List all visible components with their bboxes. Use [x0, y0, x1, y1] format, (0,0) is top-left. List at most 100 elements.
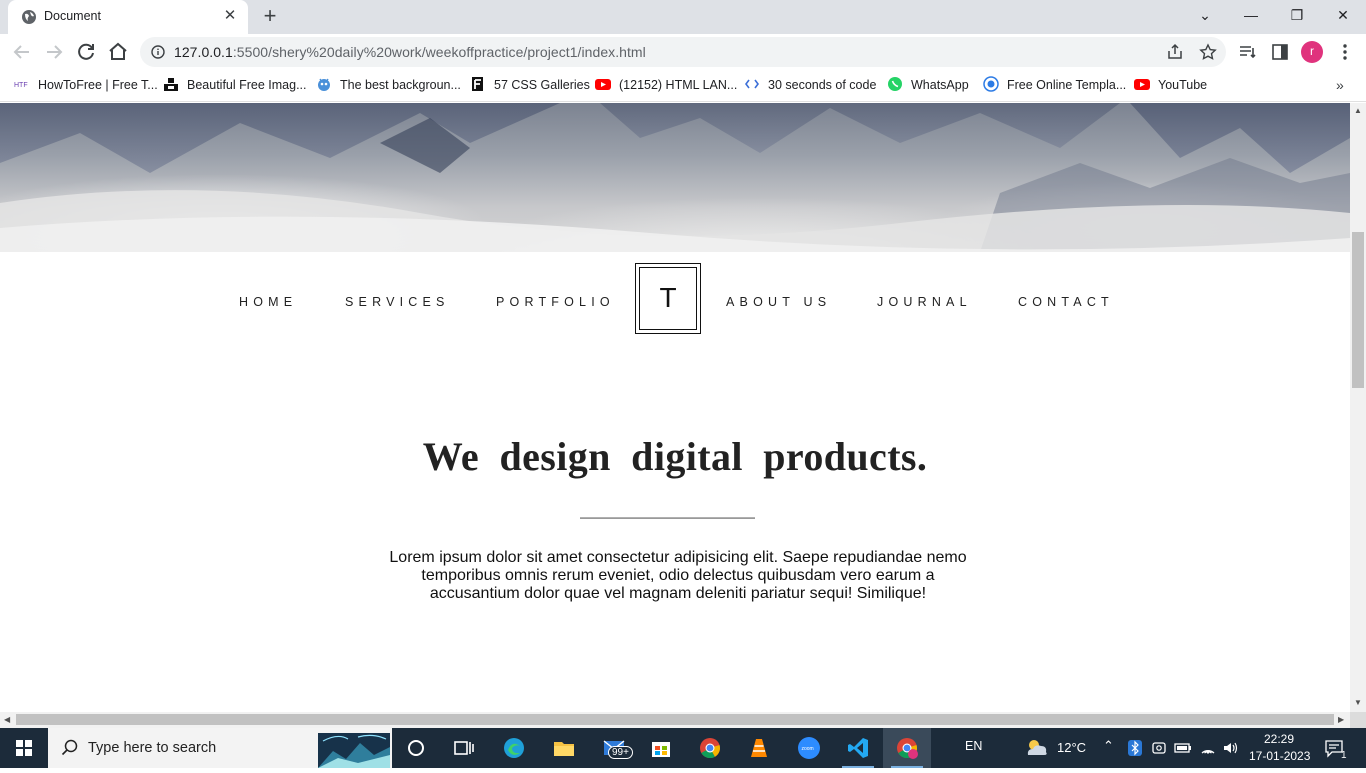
nav-services[interactable]: SERVICES	[345, 295, 450, 309]
nav-contact[interactable]: CONTACT	[1018, 295, 1114, 309]
main-navigation: HOME SERVICES PORTFOLIO T ABOUT US JOURN…	[0, 263, 1350, 334]
bookmark-html-lan[interactable]: (12152) HTML LAN...	[595, 76, 737, 96]
windows-logo-icon	[16, 740, 32, 756]
clock-date[interactable]: 17-01-2023	[1249, 749, 1310, 763]
clock-time[interactable]: 22:29	[1264, 732, 1294, 746]
nav-journal[interactable]: JOURNAL	[877, 295, 972, 309]
chrome-profile-icon	[897, 738, 918, 759]
heading-divider	[580, 517, 755, 519]
bookmark-whatsapp[interactable]: WhatsApp	[887, 76, 969, 96]
minimize-button[interactable]: —	[1228, 0, 1274, 30]
tab-close-icon[interactable]: ✕	[220, 6, 240, 26]
site-info-icon[interactable]	[151, 45, 165, 59]
vlc-icon	[751, 739, 767, 757]
task-view-button[interactable]	[440, 728, 488, 768]
bookmark-howtofree[interactable]: HTF HowToFree | Free T...	[14, 76, 158, 96]
svg-text:HTF: HTF	[14, 82, 28, 89]
template-icon	[983, 76, 999, 92]
browser-tab[interactable]: Document ✕	[8, 0, 248, 34]
bookmark-templates[interactable]: Free Online Templa...	[983, 76, 1126, 96]
youtube-icon	[595, 79, 611, 90]
taskbar-edge[interactable]	[490, 728, 538, 768]
taskbar-search-box[interactable]: Type here to search	[48, 728, 392, 768]
horizontal-scrollbar-thumb[interactable]	[16, 714, 1334, 725]
volume-icon[interactable]	[1222, 740, 1240, 756]
bookmark-label: HowToFree | Free T...	[38, 78, 158, 92]
home-icon[interactable]	[106, 40, 130, 64]
bookmark-30-seconds[interactable]: 30 seconds of code	[744, 76, 876, 96]
taskbar-zoom[interactable]: zoom	[785, 728, 833, 768]
bookmark-label: Free Online Templa...	[1007, 78, 1127, 92]
reading-list-icon[interactable]	[1238, 42, 1258, 62]
bookmark-label: (12152) HTML LAN...	[619, 78, 738, 92]
tab-strip: Document ✕ + ⌄ — ❐ ✕	[0, 0, 1366, 34]
taskbar-chrome-active[interactable]	[883, 728, 931, 768]
nav-home[interactable]: HOME	[239, 295, 297, 309]
scroll-down-arrow[interactable]: ▼	[1354, 698, 1362, 707]
youtube-icon	[1134, 79, 1150, 90]
browser-toolbar: 127.0.0.1:5500/shery%20daily%20work/week…	[0, 34, 1366, 70]
taskbar-mail[interactable]: 99+	[590, 728, 638, 768]
tab-search-icon[interactable]: ⌄	[1182, 0, 1228, 30]
wifi-icon[interactable]	[1200, 740, 1216, 756]
bookmark-youtube[interactable]: YouTube	[1134, 76, 1207, 96]
vertical-scrollbar-thumb[interactable]	[1352, 232, 1364, 388]
bookmark-label: 57 CSS Galleries	[494, 78, 590, 92]
page-viewport: HOME SERVICES PORTFOLIO T ABOUT US JOURN…	[0, 103, 1350, 712]
start-button[interactable]	[0, 728, 48, 768]
forward-icon[interactable]	[42, 40, 66, 64]
bluetooth-icon[interactable]	[1128, 740, 1142, 756]
f-icon	[472, 77, 483, 91]
url-text[interactable]: 127.0.0.1:5500/shery%20daily%20work/week…	[174, 44, 646, 60]
language-indicator[interactable]: EN	[965, 739, 982, 753]
scroll-up-arrow[interactable]: ▲	[1354, 106, 1362, 115]
notification-count: 1	[1341, 750, 1347, 761]
cortana-icon	[408, 740, 424, 756]
task-view-icon	[454, 741, 474, 755]
reload-icon[interactable]	[74, 40, 98, 64]
show-hidden-icons-icon[interactable]: ⌃	[1103, 738, 1114, 754]
camera-icon[interactable]	[1151, 740, 1167, 756]
snowy-mountains-image	[0, 103, 1350, 252]
temperature[interactable]: 12°C	[1057, 740, 1086, 755]
restore-button[interactable]: ❐	[1274, 0, 1320, 30]
unsplash-icon	[164, 78, 178, 91]
bookmark-star-icon[interactable]	[1199, 43, 1217, 61]
profile-avatar[interactable]: r	[1301, 41, 1323, 63]
svg-text:zoom: zoom	[802, 746, 814, 752]
share-icon[interactable]	[1166, 43, 1184, 61]
taskbar-vscode[interactable]	[834, 728, 882, 768]
store-icon	[652, 742, 670, 757]
bookmark-label: YouTube	[1158, 78, 1208, 92]
close-window-button[interactable]: ✕	[1320, 0, 1366, 30]
cortana-button[interactable]	[392, 728, 440, 768]
vertical-scrollbar[interactable]	[1350, 103, 1366, 712]
scroll-right-arrow[interactable]: ▶	[1338, 715, 1344, 724]
bookmark-unsplash[interactable]: Beautiful Free Imag...	[163, 76, 307, 96]
folder-icon	[554, 742, 574, 756]
mail-badge: 99+	[608, 746, 633, 759]
weather-cloud-icon[interactable]	[1024, 737, 1050, 759]
address-bar[interactable]: 127.0.0.1:5500/shery%20daily%20work/week…	[140, 37, 1226, 67]
section-paragraph: Lorem ipsum dolor sit amet consectetur a…	[389, 549, 967, 602]
edge-icon	[504, 738, 524, 758]
logo[interactable]: T	[635, 263, 701, 334]
new-tab-button[interactable]: +	[258, 5, 282, 29]
back-icon[interactable]	[10, 40, 34, 64]
menu-kebab-icon[interactable]	[1335, 42, 1355, 62]
taskbar-chrome[interactable]	[686, 728, 734, 768]
code-icon	[745, 79, 759, 89]
nav-about-us[interactable]: ABOUT US	[726, 295, 831, 309]
battery-icon[interactable]	[1174, 741, 1192, 755]
scroll-left-arrow[interactable]: ◀	[4, 715, 10, 724]
taskbar-file-explorer[interactable]	[540, 728, 588, 768]
nav-portfolio[interactable]: PORTFOLIO	[496, 295, 615, 309]
bookmark-css-galleries[interactable]: 57 CSS Galleries	[470, 76, 590, 96]
side-panel-icon[interactable]	[1270, 42, 1290, 62]
bookmarks-overflow-button[interactable]: »	[1336, 77, 1344, 93]
taskbar-store[interactable]	[637, 728, 685, 768]
taskbar-vlc[interactable]	[735, 728, 783, 768]
search-placeholder: Type here to search	[88, 740, 217, 756]
section-heading: We design digital products.	[422, 434, 928, 479]
bookmark-backgrounds[interactable]: The best backgroun...	[316, 76, 461, 96]
